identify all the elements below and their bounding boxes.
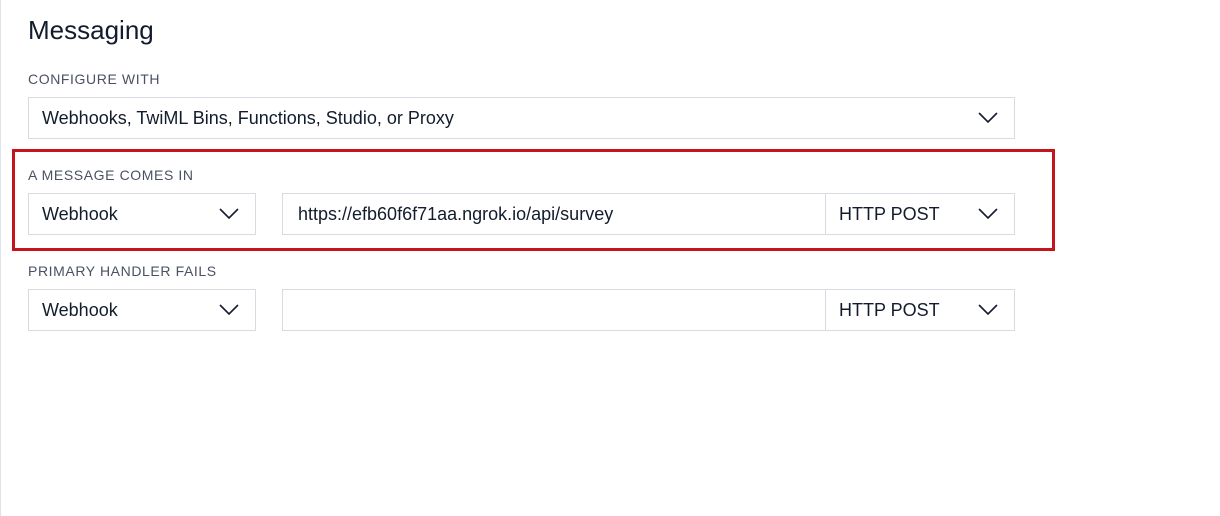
chevron-down-icon (976, 298, 1000, 322)
primary-handler-fails-label: PRIMARY HANDLER FAILS (28, 263, 217, 279)
chevron-down-icon (217, 202, 241, 226)
message-handler-type-select[interactable]: Webhook (28, 193, 256, 235)
fallback-http-method-value: HTTP POST (839, 299, 940, 320)
message-handler-type-value: Webhook (42, 203, 118, 224)
message-http-method-select[interactable]: HTTP POST (825, 193, 1015, 235)
chevron-down-icon (217, 298, 241, 322)
panel-left-border (0, 0, 1, 516)
message-comes-in-label: A MESSAGE COMES IN (28, 167, 194, 183)
chevron-down-icon (976, 106, 1000, 130)
message-http-method-value: HTTP POST (839, 203, 940, 224)
fallback-http-method-select[interactable]: HTTP POST (825, 289, 1015, 331)
page-title: Messaging (28, 15, 154, 45)
fallback-handler-type-value: Webhook (42, 299, 118, 320)
fallback-url-input[interactable] (282, 289, 826, 331)
fallback-handler-type-select[interactable]: Webhook (28, 289, 256, 331)
chevron-down-icon (976, 202, 1000, 226)
configure-with-value: Webhooks, TwiML Bins, Functions, Studio,… (42, 107, 454, 128)
configure-with-select[interactable]: Webhooks, TwiML Bins, Functions, Studio,… (28, 97, 1015, 139)
message-webhook-url-input[interactable] (282, 193, 826, 235)
configure-with-label: CONFIGURE WITH (28, 71, 161, 87)
